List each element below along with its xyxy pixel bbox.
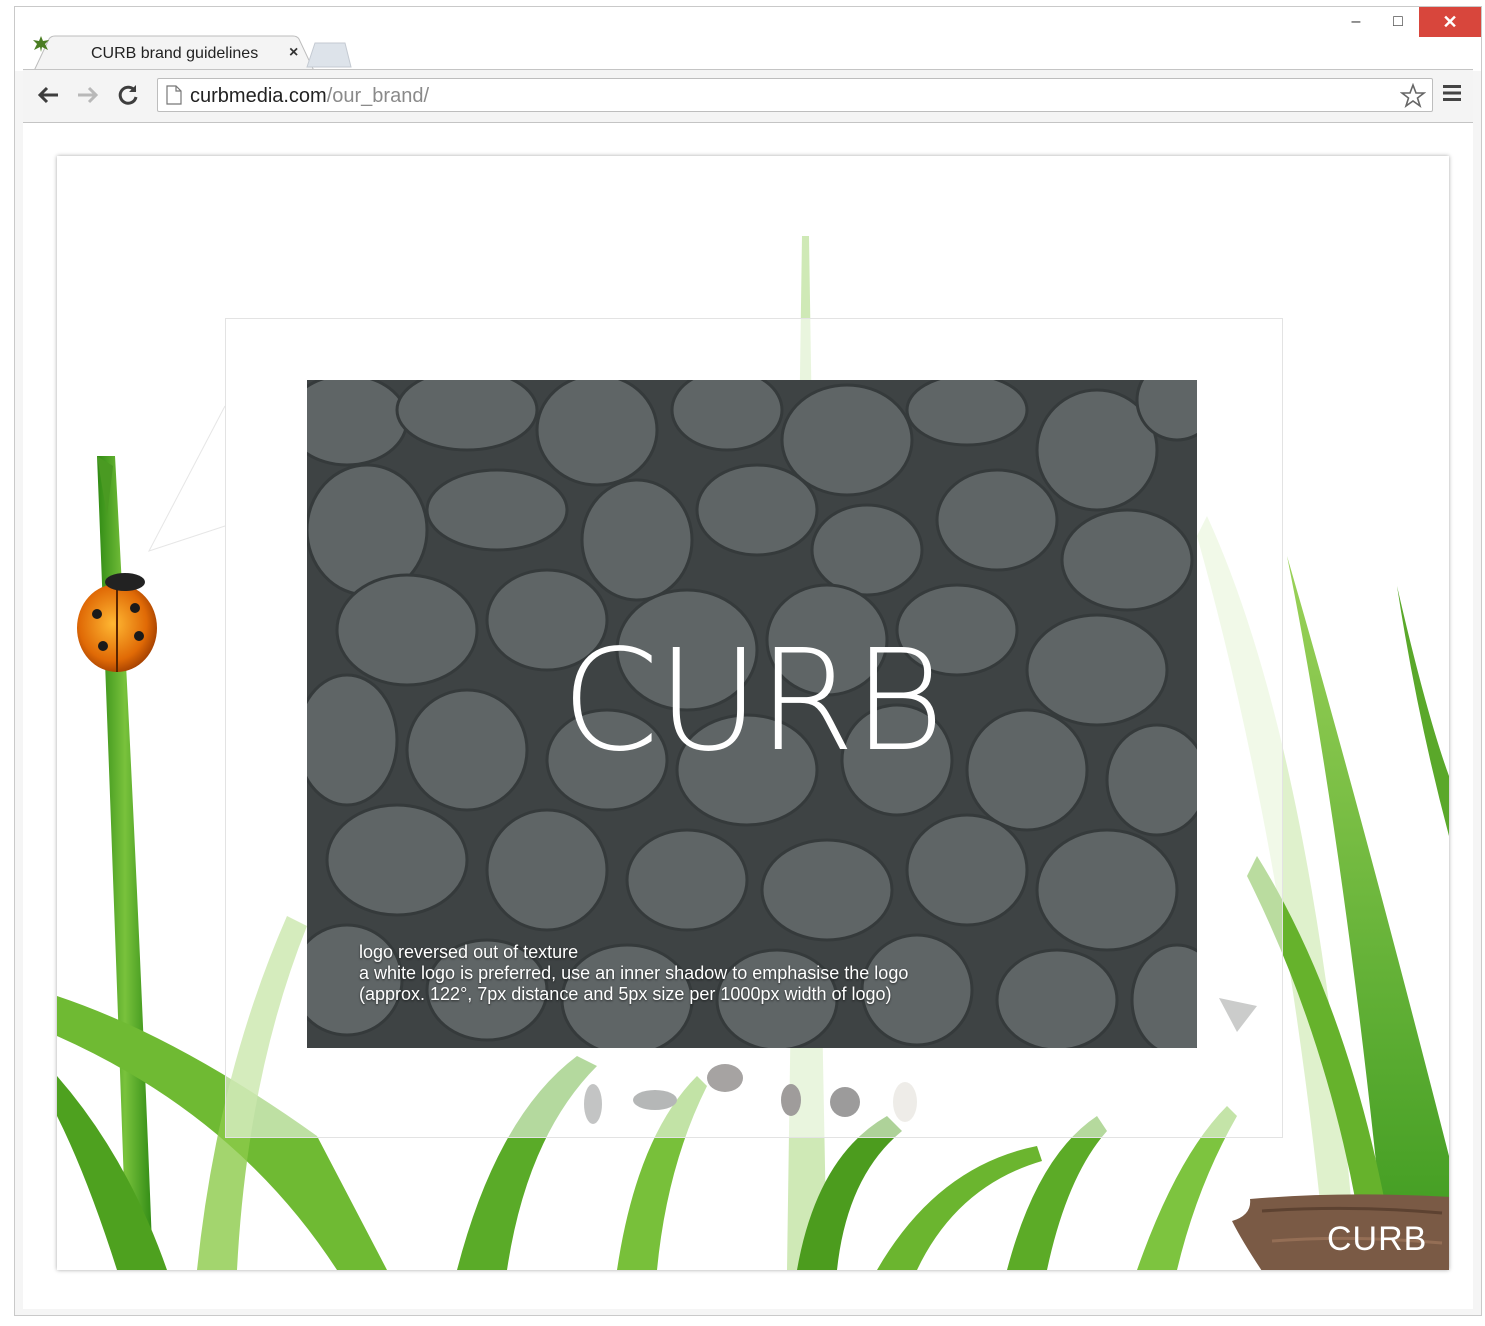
minimize-button[interactable]: ‒ bbox=[1335, 7, 1377, 37]
menu-icon[interactable] bbox=[1441, 82, 1463, 104]
back-button[interactable] bbox=[33, 80, 63, 110]
caption-line-1: logo reversed out of texture bbox=[359, 942, 579, 962]
url-text: curbmedia.com/our_brand/ bbox=[190, 85, 429, 108]
brand-guideline-slide: CURB logo reversed out of texture a whit… bbox=[57, 156, 1449, 1270]
pebble-texture-photo: CURB logo reversed out of texture a whit… bbox=[307, 380, 1197, 1048]
reload-button[interactable] bbox=[113, 80, 143, 110]
curb-logo: CURB bbox=[561, 620, 944, 783]
close-window-button[interactable]: ✕ bbox=[1419, 7, 1481, 37]
ladybug-icon bbox=[77, 573, 157, 672]
title-bar: ‒ □ ✕ CURB brand guidelines × bbox=[15, 7, 1481, 74]
maximize-button[interactable]: □ bbox=[1377, 7, 1419, 37]
leaf-icon bbox=[33, 36, 49, 52]
new-tab-button[interactable] bbox=[305, 41, 353, 69]
browser-window: ‒ □ ✕ CURB brand guidelines × curbmedia.… bbox=[14, 6, 1482, 1316]
caption-line-3: (approx. 122°, 7px distance and 5px size… bbox=[359, 984, 892, 1004]
forward-icon bbox=[78, 86, 99, 104]
forward-button[interactable] bbox=[73, 80, 103, 110]
tab-curb-brand-guidelines[interactable]: CURB brand guidelines × bbox=[31, 35, 316, 74]
address-bar[interactable]: curbmedia.com/our_brand/ bbox=[157, 78, 1433, 112]
curb-badge-logo: CURB bbox=[1327, 1220, 1428, 1258]
caption-line-2: a white logo is preferred, use an inner … bbox=[359, 963, 909, 983]
url-path: /our_brand/ bbox=[326, 85, 430, 107]
page-icon bbox=[166, 85, 182, 105]
page-viewport: CURB logo reversed out of texture a whit… bbox=[23, 123, 1473, 1309]
url-host: curbmedia.com bbox=[190, 85, 327, 107]
star-icon[interactable] bbox=[1400, 83, 1426, 109]
tab-close-button[interactable]: × bbox=[289, 44, 298, 62]
logo-caption: logo reversed out of texture a white log… bbox=[359, 942, 908, 1005]
back-icon bbox=[37, 86, 58, 104]
browser-toolbar: curbmedia.com/our_brand/ bbox=[23, 69, 1473, 123]
tab-title: CURB brand guidelines bbox=[91, 45, 259, 62]
window-controls: ‒ □ ✕ bbox=[1335, 7, 1481, 37]
reload-icon bbox=[118, 85, 138, 105]
